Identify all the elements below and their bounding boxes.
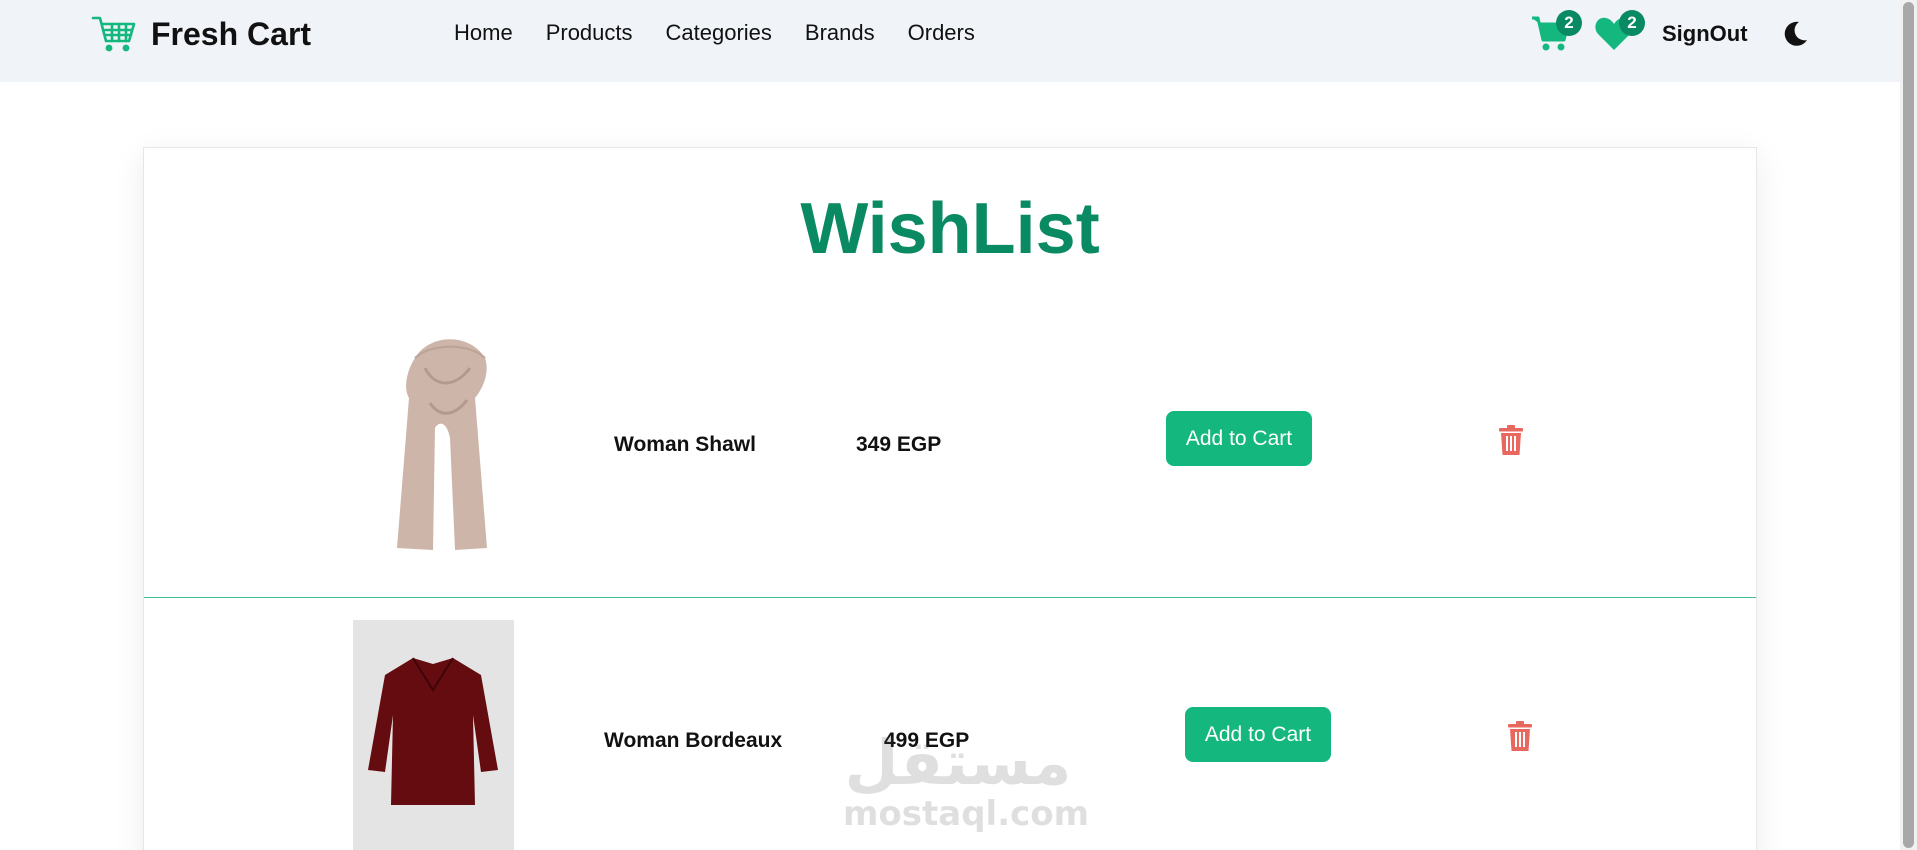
nav-link-brands[interactable]: Brands [805,20,875,46]
add-to-cart-button[interactable]: Add to Cart [1185,707,1331,762]
cart-count-badge: 2 [1556,10,1582,36]
nav-link-orders[interactable]: Orders [908,20,975,46]
moon-icon[interactable] [1781,20,1809,48]
watermark: مستقل mostaql.com [843,726,1090,835]
wishlist-count-badge: 2 [1619,10,1645,36]
product-image-blouse[interactable] [353,620,514,850]
product-name[interactable]: Woman Shawl [614,433,756,457]
cart-button[interactable]: 2 [1530,10,1582,54]
watermark-arabic: مستقل [844,726,1072,799]
add-to-cart-button[interactable]: Add to Cart [1166,411,1312,466]
wishlist-button[interactable]: 2 [1593,10,1645,54]
product-image-shawl[interactable] [375,328,515,558]
brand-name: Fresh Cart [151,15,312,52]
row-divider [144,597,1756,598]
signout-link[interactable]: SignOut [1662,21,1748,47]
product-name[interactable]: Woman Bordeaux [604,729,782,753]
brand-logo[interactable]: Fresh Cart [91,14,311,54]
scrollbar[interactable] [1900,0,1917,850]
trash-icon[interactable] [1498,425,1524,455]
nav-link-products[interactable]: Products [546,20,633,46]
navbar: Fresh Cart Home Products Categories Bran… [0,0,1900,82]
nav-links: Home Products Categories Brands Orders [454,20,1008,46]
nav-link-categories[interactable]: Categories [666,20,772,46]
product-price: 349 EGP [856,433,942,456]
shopping-cart-icon [91,16,136,52]
trash-icon[interactable] [1507,721,1533,751]
page-title: WishList [800,189,1100,269]
watermark-latin: mostaql.com [843,794,1090,834]
scrollbar-thumb[interactable] [1903,2,1914,848]
nav-link-home[interactable]: Home [454,20,513,46]
